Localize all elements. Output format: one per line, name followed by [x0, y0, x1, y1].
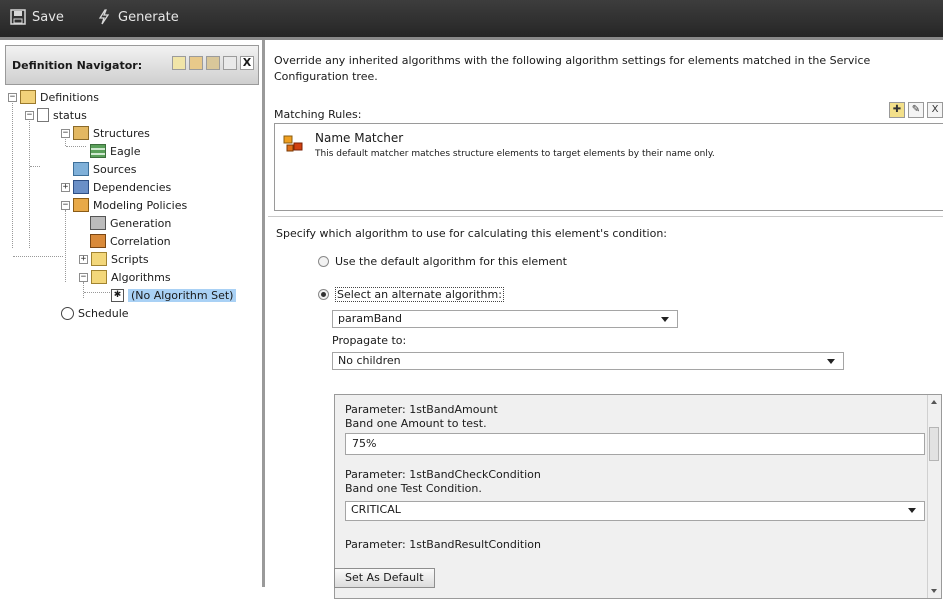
add-structure-icon[interactable]: [189, 56, 203, 70]
correlation-icon: [90, 234, 106, 248]
tree-node-dependencies[interactable]: + Dependencies: [61, 178, 171, 196]
tree-label-schedule: Schedule: [78, 306, 129, 320]
scroll-up-icon[interactable]: [931, 400, 937, 404]
collapse-toggle[interactable]: −: [8, 92, 17, 102]
tree-label-scripts: Scripts: [111, 252, 149, 266]
add-rule-icon[interactable]: ✚: [889, 102, 905, 118]
tree-node-modeling-policies[interactable]: − Modeling Policies: [61, 196, 187, 214]
edit-rule-icon[interactable]: ✎: [908, 102, 924, 118]
scroll-down-icon[interactable]: [931, 589, 937, 593]
override-description: Override any inherited algorithms with t…: [274, 54, 871, 83]
radio-circle[interactable]: [318, 256, 329, 267]
top-toolbar: Save Generate: [0, 0, 943, 40]
alternate-algorithm-label: Select an alternate algorithm:: [335, 287, 504, 302]
tree-node-generation[interactable]: Generation: [90, 214, 171, 232]
set-as-default-button[interactable]: Set As Default: [334, 568, 435, 588]
tree-label-structures: Structures: [93, 126, 150, 140]
default-algorithm-label: Use the default algorithm for this eleme…: [335, 255, 567, 268]
propagate-label: Propagate to:: [332, 334, 407, 347]
tree-node-structures[interactable]: − Structures: [61, 124, 150, 142]
collapse-toggle[interactable]: −: [61, 128, 70, 138]
add-definition-icon[interactable]: [172, 56, 186, 70]
matcher-name: Name Matcher: [315, 131, 404, 145]
algorithm-icon: ✱: [111, 288, 124, 302]
tree-node-schedule[interactable]: Schedule: [61, 304, 129, 322]
chevron-down-icon: [908, 508, 916, 513]
specify-algorithm-label: Specify which algorithm to use for calcu…: [276, 227, 667, 240]
navigator-title: Definition Navigator:: [12, 59, 143, 72]
tree-node-correlation[interactable]: Correlation: [90, 232, 171, 250]
chevron-down-icon: [827, 359, 835, 364]
tree-label-modeling-policies: Modeling Policies: [93, 198, 188, 212]
edit-icon[interactable]: [223, 56, 237, 70]
matching-rules-list: Name Matcher This default matcher matche…: [274, 123, 943, 211]
matcher-desc: This default matcher matches structure e…: [315, 149, 715, 159]
definitions-icon: [20, 90, 36, 104]
tree-node-no-algorithm[interactable]: ✱ (No Algorithm Set): [111, 286, 237, 304]
document-icon: [37, 108, 49, 122]
navigator-header: Definition Navigator: X: [5, 45, 259, 85]
matcher-icon: [283, 135, 303, 152]
tree-label-eagle: Eagle: [110, 144, 141, 158]
radio-circle[interactable]: [318, 289, 329, 300]
alternate-algorithm-radio[interactable]: Select an alternate algorithm:: [318, 287, 504, 302]
parameters-scrollbar[interactable]: [927, 395, 941, 598]
delete-rule-icon[interactable]: X: [927, 102, 943, 118]
tree-label-sources: Sources: [93, 162, 137, 176]
tree-node-status[interactable]: − status: [25, 106, 87, 124]
tree-label-no-algorithm: (No Algorithm Set): [128, 288, 237, 302]
matching-rules-label: Matching Rules:: [274, 108, 362, 121]
sources-icon: [73, 162, 89, 176]
tree-label-dependencies: Dependencies: [93, 180, 172, 194]
generate-button[interactable]: Generate: [96, 9, 179, 25]
collapse-toggle[interactable]: −: [61, 200, 70, 210]
param-2-name: Parameter: 1stBandCheckCondition: [345, 468, 541, 481]
expand-toggle[interactable]: +: [79, 254, 88, 264]
param-2-select[interactable]: CRITICAL: [345, 501, 925, 521]
folder-icon: [91, 252, 107, 266]
save-label: Save: [32, 9, 64, 25]
expand-toggle[interactable]: +: [61, 182, 70, 192]
default-algorithm-radio[interactable]: Use the default algorithm for this eleme…: [318, 255, 567, 268]
close-icon[interactable]: X: [240, 56, 254, 70]
param-1-name: Parameter: 1stBandAmount: [345, 403, 498, 416]
algorithm-select[interactable]: paramBand: [332, 310, 678, 328]
param-3-name: Parameter: 1stBandResultCondition: [345, 538, 542, 551]
save-icon: [10, 9, 26, 25]
tree-node-eagle[interactable]: Eagle: [90, 142, 141, 160]
folder-icon: [91, 270, 107, 284]
clock-icon: [61, 306, 74, 320]
scroll-thumb[interactable]: [929, 427, 939, 461]
structures-icon: [73, 126, 89, 140]
tree-label-generation: Generation: [110, 216, 172, 230]
dependencies-icon: [73, 180, 89, 194]
modeling-policies-icon: [73, 198, 89, 212]
matcher-item[interactable]: Name Matcher This default matcher matche…: [279, 130, 939, 166]
generate-icon: [98, 9, 110, 25]
section-divider: [268, 216, 943, 217]
tree-node-scripts[interactable]: + Scripts: [79, 250, 149, 268]
chevron-down-icon: [661, 317, 669, 322]
table-icon: [90, 144, 106, 158]
param-2-select-value: CRITICAL: [351, 503, 401, 516]
tree-label-status: status: [53, 108, 87, 122]
propagate-select-value: No children: [338, 354, 401, 367]
collapse-toggle[interactable]: −: [25, 110, 34, 120]
generate-label: Generate: [118, 9, 179, 25]
generation-icon: [90, 216, 106, 230]
tree-label-definitions: Definitions: [40, 90, 99, 104]
tree-label-algorithms: Algorithms: [111, 270, 171, 284]
param-2-desc: Band one Test Condition.: [345, 482, 482, 495]
tree-node-definitions[interactable]: − Definitions: [8, 88, 99, 106]
add-source-icon[interactable]: [206, 56, 220, 70]
algorithm-select-value: paramBand: [338, 312, 402, 325]
param-1-desc: Band one Amount to test.: [345, 417, 487, 430]
collapse-toggle[interactable]: −: [79, 272, 88, 282]
tree-node-algorithms[interactable]: − Algorithms: [79, 268, 171, 286]
tree-node-sources[interactable]: Sources: [73, 160, 137, 178]
tree-label-correlation: Correlation: [110, 234, 171, 248]
save-button[interactable]: Save: [10, 9, 64, 25]
param-1-input[interactable]: 75%: [345, 433, 925, 455]
propagate-select[interactable]: No children: [332, 352, 844, 370]
